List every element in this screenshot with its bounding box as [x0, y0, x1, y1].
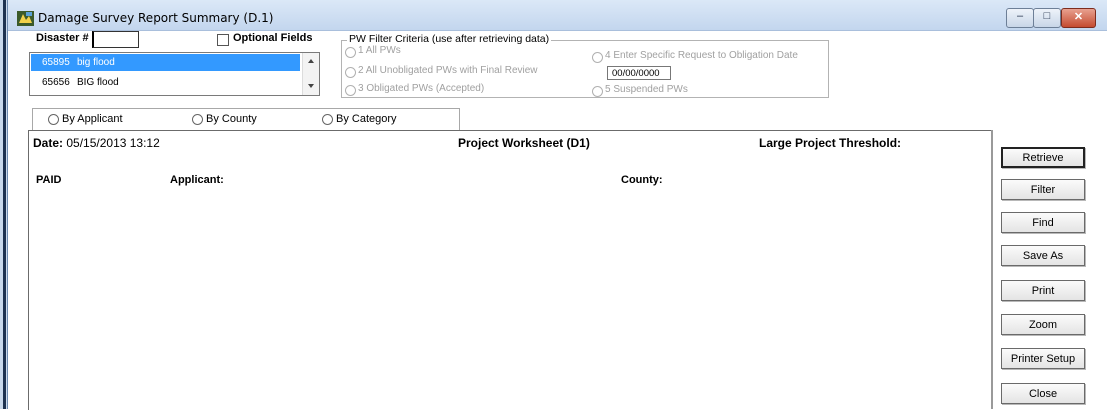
filter-option-3-label: 3 Obligated PWs (Accepted)	[358, 83, 485, 94]
report-title: Project Worksheet (D1)	[458, 136, 590, 150]
maximize-icon: □	[1043, 10, 1051, 22]
report-area[interactable]	[28, 130, 992, 410]
list-scrollbar[interactable]	[302, 53, 319, 95]
by-category-label: By Category	[336, 113, 397, 125]
window-controls: – □ ✕	[1006, 8, 1096, 28]
filter-option-2-radio[interactable]	[345, 67, 356, 78]
filter-option-2-label: 2 All Unobligated PWs with Final Review	[358, 65, 538, 76]
report-date-label: Date:	[33, 136, 64, 150]
filter-option-1-radio[interactable]	[345, 47, 356, 58]
optional-fields-checkbox[interactable]	[217, 34, 229, 46]
app-icon	[17, 11, 34, 26]
close-button[interactable]: Close	[1001, 383, 1085, 404]
window-frame-edge	[3, 0, 6, 409]
column-paid: PAID	[36, 174, 62, 186]
filter-option-4-label: 4 Enter Specific Request to Obligation D…	[605, 50, 798, 61]
by-applicant-label: By Applicant	[62, 113, 123, 125]
window-title: Damage Survey Report Summary (D.1)	[38, 11, 274, 25]
column-county: County:	[621, 174, 663, 186]
minimize-icon: –	[1016, 10, 1024, 22]
filter-option-5-label: 5 Suspended PWs	[605, 84, 688, 95]
pw-filter-title: PW Filter Criteria (use after retrieving…	[347, 33, 552, 45]
filter-button[interactable]: Filter	[1001, 179, 1085, 200]
disaster-number: 65895	[42, 57, 70, 68]
minimize-button[interactable]: –	[1006, 8, 1034, 28]
filter-option-1-label: 1 All PWs	[358, 45, 401, 56]
printer-setup-button[interactable]: Printer Setup	[1001, 348, 1085, 369]
disaster-name: BIG flood	[77, 77, 119, 88]
by-category-radio[interactable]	[322, 114, 333, 125]
report-border	[991, 130, 993, 409]
close-icon: ✕	[1073, 11, 1084, 23]
disaster-number-input[interactable]	[92, 31, 139, 48]
disaster-number: 65656	[42, 77, 70, 88]
by-county-radio[interactable]	[192, 114, 203, 125]
zoom-button[interactable]: Zoom	[1001, 314, 1085, 335]
list-item[interactable]: 65656 BIG flood	[31, 74, 300, 91]
find-button[interactable]: Find	[1001, 212, 1085, 233]
retrieve-button[interactable]: Retrieve	[1001, 147, 1085, 168]
large-project-threshold-label: Large Project Threshold:	[759, 136, 902, 150]
by-county-label: By County	[206, 113, 257, 125]
close-window-button[interactable]: ✕	[1061, 8, 1096, 28]
column-applicant: Applicant:	[170, 174, 224, 186]
report-date-value: 05/15/2013 13:12	[66, 136, 160, 150]
obligation-date-input[interactable]: 00/00/0000	[607, 66, 671, 80]
maximize-button[interactable]: □	[1033, 8, 1061, 28]
scroll-arrows-icon	[308, 59, 314, 88]
optional-fields-label: Optional Fields	[233, 32, 313, 44]
list-item[interactable]: 65895 big flood	[31, 54, 300, 71]
print-button[interactable]: Print	[1001, 280, 1085, 301]
filter-option-5-radio[interactable]	[592, 86, 603, 97]
save-as-button[interactable]: Save As	[1001, 245, 1085, 266]
disaster-name: big flood	[77, 57, 115, 68]
disaster-label: Disaster #	[36, 32, 89, 44]
filter-option-4-radio[interactable]	[592, 52, 603, 63]
report-date: Date: 05/15/2013 13:12	[33, 136, 160, 150]
by-applicant-radio[interactable]	[48, 114, 59, 125]
filter-option-3-radio[interactable]	[345, 85, 356, 96]
disaster-list[interactable]: 65895 big flood 65656 BIG flood	[29, 52, 320, 96]
